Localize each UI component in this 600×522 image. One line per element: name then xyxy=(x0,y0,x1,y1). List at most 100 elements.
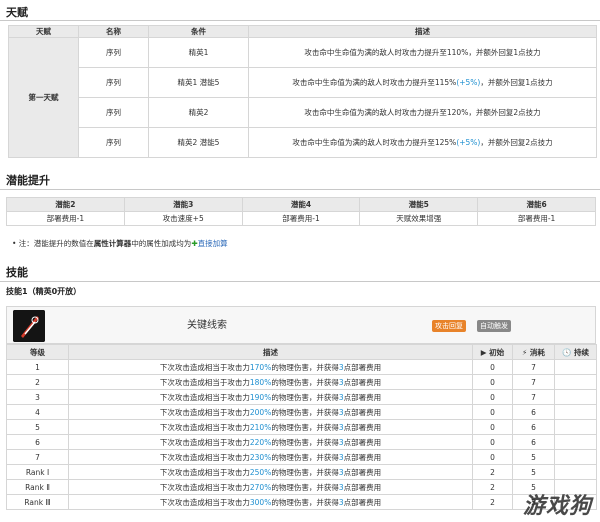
skill-level-row: 7 下次攻击造成相当于攻击力230%的物理伤害，并获得3点部署费用 0 5 xyxy=(6,449,597,465)
skill-initial: 0 xyxy=(472,434,513,450)
skill-desc: 下次攻击造成相当于攻击力300%的物理伤害，并获得3点部署费用 xyxy=(68,494,473,510)
skill-level: 6 xyxy=(6,434,69,450)
skill-desc-text: 点部署费用 xyxy=(343,392,382,402)
skill-cost: 7 xyxy=(512,374,555,390)
skill-initial: 2 xyxy=(472,479,513,495)
skill-desc-text: 点部署费用 xyxy=(343,437,382,447)
talent-desc-text: 攻击命中生命值为满的敌人时攻击力提升至115% xyxy=(292,78,457,87)
skill-cost: 5 xyxy=(512,464,555,480)
talent-col-desc: 描述 xyxy=(248,25,597,38)
skill-initial: 0 xyxy=(472,359,513,375)
skill-desc-text: 下次攻击造成相当于攻击力 xyxy=(159,407,250,417)
talent-col-condition: 条件 xyxy=(148,25,249,38)
skill-col-cost: ⚡ 消耗 xyxy=(512,344,555,360)
potential-note: • 注：潜能提升的数值在属性计算器中的属性加成均为✚直接加算 xyxy=(12,238,228,249)
potential-header-row: 潜能2 潜能3 潜能4 潜能5 潜能6 xyxy=(6,197,596,212)
skill-duration xyxy=(554,419,597,435)
skill-pct: 300% xyxy=(249,497,272,507)
skill-desc-text: 下次攻击造成相当于攻击力 xyxy=(159,437,250,447)
skill-desc: 下次攻击造成相当于攻击力220%的物理伤害，并获得3点部署费用 xyxy=(68,434,473,450)
potential-divider xyxy=(0,189,600,190)
skill-duration xyxy=(554,464,597,480)
skill-desc-text: 下次攻击造成相当于攻击力 xyxy=(159,497,250,507)
skill-duration xyxy=(554,449,597,465)
skill-desc: 下次攻击造成相当于攻击力190%的物理伤害，并获得3点部署费用 xyxy=(68,389,473,405)
skill-desc-text: 下次攻击造成相当于攻击力 xyxy=(159,422,250,432)
skill-desc-text: 下次攻击造成相当于攻击力 xyxy=(159,377,250,387)
skill-initial: 0 xyxy=(472,374,513,390)
watermark-logo: 游戏狗 xyxy=(522,494,592,519)
skill-desc-text: 的物理伤害，并获得 xyxy=(271,497,339,507)
skill-level-row: 4 下次攻击造成相当于攻击力200%的物理伤害，并获得3点部署费用 0 6 xyxy=(6,404,597,420)
skill-duration xyxy=(554,404,597,420)
skill-desc-text: 的物理伤害，并获得 xyxy=(271,377,339,387)
talent-row-desc: 攻击命中生命值为满的敌人时攻击力提升至110%，并额外回复1点技力 xyxy=(248,37,597,68)
skill-initial: 2 xyxy=(472,494,513,510)
skill-pct: 270% xyxy=(249,482,272,492)
skill-desc-text: 的物理伤害，并获得 xyxy=(271,467,339,477)
skill-header-row: 等级 描述 ▶ 初始 ⚡ 消耗 🕓 持续 xyxy=(6,344,597,360)
skill-pct: 210% xyxy=(249,422,272,432)
potential-value: 攻击速度+5 xyxy=(123,211,243,226)
skill-duration xyxy=(554,389,597,405)
skill-desc-text: 点部署费用 xyxy=(343,377,382,387)
skill-level-row: Rank Ⅲ 下次攻击造成相当于攻击力300%的物理伤害，并获得3点部署费用 2 5 xyxy=(6,494,597,510)
skill-icon xyxy=(13,310,45,342)
skill-col-level: 等级 xyxy=(6,344,69,360)
talent-row-cond: 精英2 潜能5 xyxy=(148,127,249,158)
talent-row-name: 序列 xyxy=(78,67,149,98)
skill-level-row: 1 下次攻击造成相当于攻击力170%的物理伤害，并获得3点部署费用 0 7 xyxy=(6,359,597,375)
talent-section-title: 天赋 xyxy=(6,6,28,19)
skill-col-duration: 🕓 持续 xyxy=(554,344,597,360)
skill-desc-text: 的物理伤害，并获得 xyxy=(271,362,339,372)
skill-pct: 250% xyxy=(249,467,272,477)
badge-attack-recovery: 攻击回复 xyxy=(432,320,466,332)
potential-col: 潜能4 xyxy=(241,197,361,212)
direct-add-link[interactable]: 直接加算 xyxy=(198,239,228,248)
talent-row: 序列 精英2 攻击命中生命值为满的敌人时攻击力提升至120%，并额外回复2点技力 xyxy=(9,97,597,128)
skill-pct: 230% xyxy=(249,452,272,462)
skills-divider xyxy=(0,281,600,282)
skill-cost: 6 xyxy=(512,434,555,450)
talent-bonus: (+5%) xyxy=(456,78,481,87)
skill-desc-text: 下次攻击造成相当于攻击力 xyxy=(159,362,250,372)
talent-desc-text: 攻击命中生命值为满的敌人时攻击力提升至125% xyxy=(292,138,457,147)
note-mid: 中的属性加成均为 xyxy=(131,239,192,248)
potential-section-title: 潜能提升 xyxy=(6,174,50,187)
skill-level: 5 xyxy=(6,419,69,435)
skill-desc: 下次攻击造成相当于攻击力210%的物理伤害，并获得3点部署费用 xyxy=(68,419,473,435)
skill-desc-text: 点部署费用 xyxy=(343,467,382,477)
talent-row-cond: 精英2 xyxy=(148,97,249,128)
skill-pct: 180% xyxy=(249,377,272,387)
skill-desc-text: 的物理伤害，并获得 xyxy=(271,407,339,417)
skill-level: Rank Ⅲ xyxy=(6,494,69,510)
skill-desc-text: 的物理伤害，并获得 xyxy=(271,392,339,402)
skill-level-row: Rank Ⅰ 下次攻击造成相当于攻击力250%的物理伤害，并获得3点部署费用 2 5 xyxy=(6,464,597,480)
skill-level-row: Rank Ⅱ 下次攻击造成相当于攻击力270%的物理伤害，并获得3点部署费用 2 5 xyxy=(6,479,597,495)
skill-desc-text: 下次攻击造成相当于攻击力 xyxy=(159,392,250,402)
skill-initial: 0 xyxy=(472,419,513,435)
skill-desc-text: 点部署费用 xyxy=(343,452,382,462)
skill-pct: 170% xyxy=(249,362,272,372)
skill-cost: 6 xyxy=(512,404,555,420)
skill-desc: 下次攻击造成相当于攻击力270%的物理伤害，并获得3点部署费用 xyxy=(68,479,473,495)
attribute-calculator-link[interactable]: 属性计算器 xyxy=(94,239,132,248)
skill-col-desc: 描述 xyxy=(68,344,473,360)
skill-initial: 2 xyxy=(472,464,513,480)
note-prefix: • 注：潜能提升的数值在 xyxy=(12,239,94,248)
potential-value: 部署费用-1 xyxy=(6,211,125,226)
potential-value-row: 部署费用-1 攻击速度+5 部署费用-1 天赋效果增强 部署费用-1 xyxy=(6,211,596,226)
skill-duration xyxy=(554,434,597,450)
skill-pct: 220% xyxy=(249,437,272,447)
skill-desc-text: 点部署费用 xyxy=(343,362,382,372)
potential-value: 部署费用-1 xyxy=(477,211,596,226)
skill-initial: 0 xyxy=(472,404,513,420)
skill-level: Rank Ⅰ xyxy=(6,464,69,480)
skill-desc-text: 的物理伤害，并获得 xyxy=(271,452,339,462)
skill-desc-text: 点部署费用 xyxy=(343,482,382,492)
talent-row-cond: 精英1 xyxy=(148,37,249,68)
skill-desc-text: 的物理伤害，并获得 xyxy=(271,422,339,432)
potential-col: 潜能3 xyxy=(123,197,243,212)
skill-cost: 5 xyxy=(512,449,555,465)
skill-pct: 190% xyxy=(249,392,272,402)
